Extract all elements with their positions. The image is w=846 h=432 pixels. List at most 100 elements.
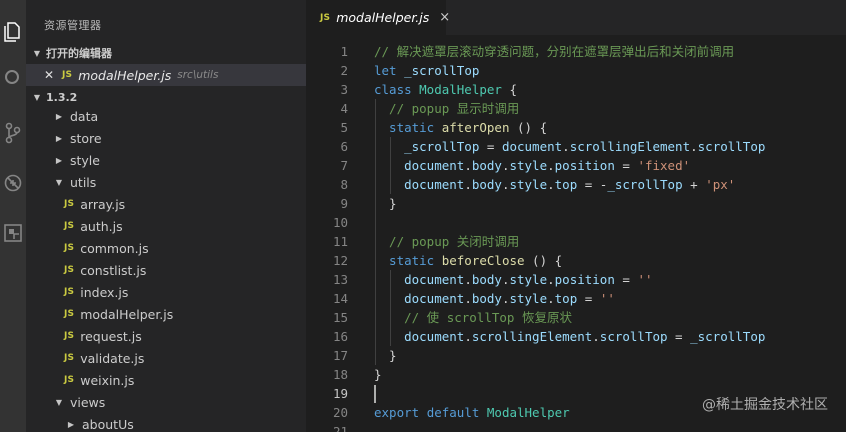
line-number: 21 <box>332 424 348 432</box>
line-number: 11 <box>332 234 348 249</box>
code-token: = <box>614 158 638 173</box>
code-token: static <box>374 253 442 268</box>
open-editor-filename: modalHelper.js <box>78 67 172 83</box>
code-token: . <box>562 139 570 154</box>
code-token: document <box>374 177 465 192</box>
tree-item-index-js[interactable]: JS index.js <box>26 281 306 303</box>
indent-guide <box>389 270 391 346</box>
code-line: _scrollTop = document.scrollingElement.s… <box>374 137 765 156</box>
tree-item-weixin-js[interactable]: JS weixin.js <box>26 369 306 391</box>
code-token: static <box>374 120 442 135</box>
close-icon[interactable]: × <box>439 10 450 25</box>
tree-item-label: utils <box>70 174 97 190</box>
tree-item-request-js[interactable]: JS request.js <box>26 325 306 347</box>
code-token: scrollingElement <box>471 329 593 344</box>
js-file-icon: JS <box>64 243 75 253</box>
js-file-icon: JS <box>64 221 75 231</box>
js-file-icon: JS <box>62 70 73 80</box>
code-line: // popup 关闭时调用 <box>374 232 519 251</box>
code-token: body <box>471 272 502 287</box>
line-number: 9 <box>340 196 348 211</box>
code-line: // 使 scrollTop 恢复原状 <box>374 308 572 327</box>
code-token: . <box>464 158 472 173</box>
code-token: scrollTop <box>697 139 766 154</box>
code-token: _scrollTop <box>690 329 766 344</box>
code-line: // 解决遮罩层滚动穿透问题，分别在遮罩层弹出后和关闭前调用 <box>374 42 734 61</box>
sidebar-title: 资源管理器 <box>44 19 102 32</box>
close-icon[interactable]: ✕ <box>44 68 54 82</box>
code-token: top <box>554 177 578 192</box>
chevron-right-icon: ▶ <box>55 111 63 121</box>
chevron-down-icon: ▼ <box>55 397 63 407</box>
js-file-icon: JS <box>320 12 331 23</box>
tree-item-aboutus[interactable]: ▶ aboutUs <box>26 413 306 432</box>
explorer-icon[interactable] <box>0 17 26 47</box>
tree-item-views[interactable]: ▼ views <box>26 391 306 413</box>
code-token: . <box>464 291 472 306</box>
code-line: static afterOpen () { <box>374 118 547 137</box>
code-editor[interactable]: 1 // 解决遮罩层滚动穿透问题，分别在遮罩层弹出后和关闭前调用 2 let _scr… <box>306 35 846 432</box>
line-number: 15 <box>332 310 348 325</box>
code-line: let _scrollTop <box>374 61 479 80</box>
tree-item-store[interactable]: ▶ store <box>26 127 306 149</box>
line-number: 19 <box>332 386 348 401</box>
line-number: 1 <box>340 44 348 59</box>
code-token: '' <box>599 291 615 306</box>
code-line: document.body.style.top = '' <box>374 289 615 308</box>
tab-modalhelper[interactable]: JS modalHelper.js × <box>306 0 450 35</box>
tree-item-label: common.js <box>80 240 149 256</box>
tree-item-label: auth.js <box>80 218 123 234</box>
tree-item-utils[interactable]: ▼ utils <box>26 171 306 193</box>
code-token: body <box>471 158 502 173</box>
source-control-icon[interactable] <box>0 118 26 148</box>
line-number: 4 <box>340 101 348 116</box>
js-file-icon: JS <box>64 199 75 209</box>
search-icon[interactable] <box>0 63 26 93</box>
code-token: . <box>464 177 472 192</box>
code-token: ModalHelper <box>486 405 570 420</box>
code-token: { <box>501 82 518 97</box>
code-token: default <box>426 405 487 420</box>
code-token: document <box>374 329 465 344</box>
code-token: } <box>374 196 397 211</box>
code-line: // popup 显示时调用 <box>374 99 519 118</box>
open-editors-header[interactable]: ▼ 打开的编辑器 <box>26 42 306 64</box>
line-number: 17 <box>332 348 348 363</box>
code-line: static beforeClose () { <box>374 251 562 270</box>
code-token: _scrollTop <box>404 63 480 78</box>
code-token: = <box>667 329 691 344</box>
code-token: () { <box>509 120 548 135</box>
tree-item-constlist-js[interactable]: JS constlist.js <box>26 259 306 281</box>
open-editor-item[interactable]: ✕ JS modalHelper.js src\utils <box>26 64 306 86</box>
code-line: document.body.style.top = -_scrollTop + … <box>374 175 735 194</box>
tree-item-modalhelper-js[interactable]: JS modalHelper.js <box>26 303 306 325</box>
tree-item-auth-js[interactable]: JS auth.js <box>26 215 306 237</box>
tree-item-label: aboutUs <box>82 416 134 432</box>
js-file-icon: JS <box>64 353 75 363</box>
code-line: } <box>374 194 397 213</box>
project-label: 1.3.2 <box>46 90 78 104</box>
code-token: . <box>547 177 555 192</box>
code-token: ModalHelper <box>419 82 502 97</box>
tree-item-array-js[interactable]: JS array.js <box>26 193 306 215</box>
code-token: body <box>471 291 502 306</box>
code-token: document <box>374 291 465 306</box>
extensions-icon[interactable] <box>0 218 26 248</box>
open-editors-label: 打开的编辑器 <box>46 47 112 60</box>
line-number: 10 <box>332 215 348 230</box>
tree-item-data[interactable]: ▶ data <box>26 105 306 127</box>
code-token: '' <box>637 272 653 287</box>
debug-icon[interactable] <box>0 168 26 198</box>
tree-item-validate-js[interactable]: JS validate.js <box>26 347 306 369</box>
code-token: . <box>547 272 555 287</box>
tree-item-style[interactable]: ▶ style <box>26 149 306 171</box>
code-token: // popup 关闭时调用 <box>374 234 520 249</box>
code-token: . <box>592 329 600 344</box>
code-token: // 解决遮罩层滚动穿透问题，分别在遮罩层弹出后和关闭前调用 <box>374 44 735 59</box>
tree-item-common-js[interactable]: JS common.js <box>26 237 306 259</box>
code-line: export default ModalHelper <box>374 403 570 422</box>
indent-guide <box>374 99 376 365</box>
code-token: . <box>547 158 555 173</box>
line-number: 16 <box>332 329 348 344</box>
line-number: 3 <box>340 82 348 97</box>
